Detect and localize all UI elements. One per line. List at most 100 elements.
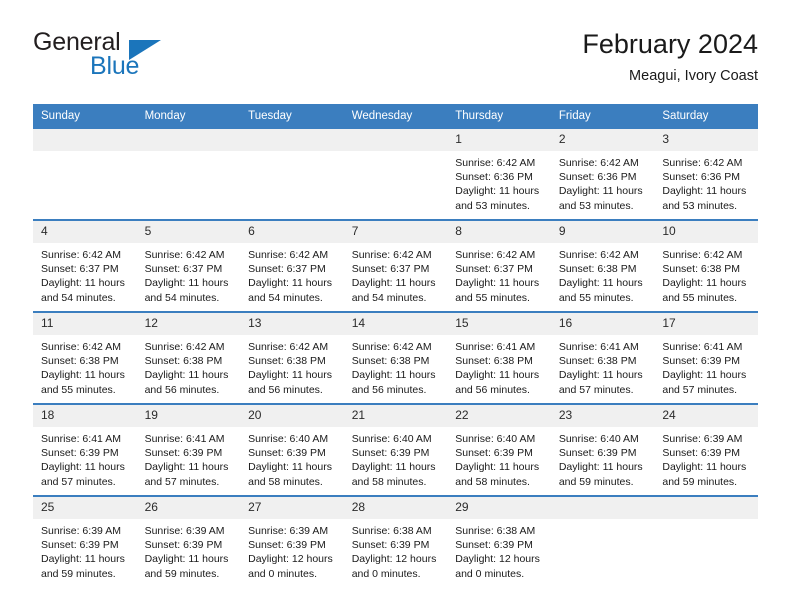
daylight-line1-text: Daylight: 11 hours (41, 277, 125, 290)
daylight-line1-text: Daylight: 12 hours (248, 553, 333, 566)
sunrise-text: Sunrise: 6:42 AM (558, 249, 639, 261)
calendar-day-cell[interactable]: 7 Sunrise: 6:42 AM Sunset: 6:37 PM Daylight… (343, 220, 448, 313)
day-number: 17 (654, 313, 758, 335)
calendar-day-cell[interactable]: 14 Sunrise: 6:42 AM Sunset: 6:38 PM Dayligh… (343, 312, 448, 405)
sunset-text: Sunset: 6:37 PM (455, 263, 533, 276)
daylight-line1-text: Daylight: 11 hours (41, 553, 125, 566)
title-block: February 2024 Meagui, Ivory Coast (582, 28, 758, 86)
day-details: Sunrise: 6:39 AM Sunset: 6:39 PM Daylight:… (33, 519, 137, 581)
calendar-day-cell[interactable]: 28 Sunrise: 6:38 AM Sunset: 6:39 PM Dayligh… (343, 496, 448, 587)
daylight-line1-text: Daylight: 11 hours (248, 369, 332, 382)
daylight-line1-text: Daylight: 11 hours (351, 369, 436, 382)
sunset-text: Sunset: 6:38 PM (144, 355, 223, 368)
calendar-day-cell[interactable]: 8 Sunrise: 6:42 AM Sunset: 6:37 PM Daylight… (447, 220, 551, 313)
daylight-line2-text: and 56 minutes. (144, 383, 220, 396)
calendar-day-cell[interactable]: 2 Sunrise: 6:42 AM Sunset: 6:36 PM Daylight… (550, 129, 655, 221)
calendar-day-cell[interactable]: 9 Sunrise: 6:42 AM Sunset: 6:38 PM Daylight… (550, 220, 655, 313)
daylight-line2-text: and 56 minutes. (351, 383, 427, 396)
calendar-day-cell[interactable]: 3 Sunrise: 6:42 AM Sunset: 6:36 PM Daylight… (654, 129, 758, 221)
sunrise-text: Sunrise: 6:42 AM (662, 249, 743, 261)
calendar-day-cell[interactable]: 27 Sunrise: 6:39 AM Sunset: 6:39 PM Dayligh… (240, 496, 344, 587)
sunrise-text: Sunrise: 6:41 AM (662, 341, 743, 353)
calendar-day-cell[interactable]: 15 Sunrise: 6:41 AM Sunset: 6:38 PM Dayligh… (447, 312, 551, 405)
day-details: Sunrise: 6:42 AM Sunset: 6:36 PM Daylight:… (551, 151, 655, 213)
day-number (654, 497, 758, 519)
day-details: Sunrise: 6:40 AM Sunset: 6:39 PM Daylight:… (344, 427, 448, 489)
sunrise-text: Sunrise: 6:41 AM (41, 433, 121, 445)
sunrise-text: Sunrise: 6:42 AM (248, 341, 329, 353)
daylight-line1-text: Daylight: 11 hours (248, 461, 332, 474)
sunrise-text: Sunrise: 6:39 AM (248, 525, 329, 537)
sunrise-sunset-calendar-table: Sunday Monday Tuesday Wednesday Thursday… (33, 104, 758, 587)
calendar-day-cell[interactable]: 26 Sunrise: 6:39 AM Sunset: 6:39 PM Dayligh… (136, 496, 241, 587)
daylight-line1-text: Daylight: 11 hours (662, 185, 747, 198)
calendar-day-cell[interactable]: 18 Sunrise: 6:41 AM Sunset: 6:39 PM Dayligh… (33, 404, 137, 497)
weekday-header-monday: Monday (136, 104, 241, 129)
daylight-line1-text: Daylight: 11 hours (41, 369, 125, 382)
weekday-header-row: Sunday Monday Tuesday Wednesday Thursday… (33, 104, 758, 129)
calendar-day-cell[interactable]: 5 Sunrise: 6:42 AM Sunset: 6:37 PM Daylight… (136, 220, 241, 313)
calendar-day-cell[interactable]: 25 Sunrise: 6:39 AM Sunset: 6:39 PM Dayligh… (33, 496, 137, 587)
day-details: Sunrise: 6:41 AM Sunset: 6:39 PM Daylight:… (654, 335, 758, 397)
calendar-week-row: 11 Sunrise: 6:42 AM Sunset: 6:38 PM Dayligh… (33, 312, 758, 405)
calendar-day-cell[interactable]: 10 Sunrise: 6:42 AM Sunset: 6:38 PM Dayligh… (654, 220, 758, 313)
sunrise-text: Sunrise: 6:42 AM (41, 249, 121, 261)
day-details: Sunrise: 6:42 AM Sunset: 6:38 PM Daylight:… (240, 335, 344, 397)
day-number: 26 (136, 497, 241, 519)
daylight-line1-text: Daylight: 12 hours (455, 553, 540, 566)
calendar-day-cell[interactable]: 11 Sunrise: 6:42 AM Sunset: 6:38 PM Dayligh… (33, 312, 137, 405)
daylight-line2-text: and 54 minutes. (41, 291, 116, 304)
day-details: Sunrise: 6:42 AM Sunset: 6:37 PM Daylight:… (33, 243, 137, 305)
sunset-text: Sunset: 6:39 PM (248, 539, 326, 552)
calendar-day-cell[interactable]: 1 Sunrise: 6:42 AM Sunset: 6:36 PM Daylight… (447, 129, 551, 221)
weekday-header-sunday: Sunday (33, 104, 137, 129)
daylight-line2-text: and 54 minutes. (144, 291, 220, 304)
sunrise-text: Sunrise: 6:41 AM (455, 341, 536, 353)
calendar-day-cell[interactable]: 16 Sunrise: 6:41 AM Sunset: 6:38 PM Dayligh… (550, 312, 655, 405)
daylight-line2-text: and 59 minutes. (558, 475, 634, 488)
sunset-text: Sunset: 6:36 PM (455, 171, 533, 184)
day-number (550, 497, 655, 519)
calendar-day-cell-empty (654, 496, 758, 587)
day-details: Sunrise: 6:42 AM Sunset: 6:38 PM Daylight:… (33, 335, 137, 397)
calendar-day-cell[interactable]: 19 Sunrise: 6:41 AM Sunset: 6:39 PM Dayligh… (136, 404, 241, 497)
day-number: 10 (654, 221, 758, 243)
sunrise-text: Sunrise: 6:42 AM (144, 341, 225, 353)
sunrise-text: Sunrise: 6:40 AM (351, 433, 432, 445)
daylight-line1-text: Daylight: 11 hours (455, 461, 540, 474)
sunrise-text: Sunrise: 6:39 AM (41, 525, 121, 537)
sunrise-text: Sunrise: 6:39 AM (662, 433, 743, 445)
sunrise-text: Sunrise: 6:39 AM (144, 525, 225, 537)
calendar-day-cell[interactable]: 23 Sunrise: 6:40 AM Sunset: 6:39 PM Dayligh… (550, 404, 655, 497)
calendar-day-cell[interactable]: 4 Sunrise: 6:42 AM Sunset: 6:37 PM Daylight… (33, 220, 137, 313)
day-number: 22 (447, 405, 551, 427)
sunrise-text: Sunrise: 6:41 AM (558, 341, 639, 353)
sunset-text: Sunset: 6:38 PM (558, 355, 637, 368)
day-number: 5 (136, 221, 241, 243)
calendar-day-cell-empty (136, 129, 241, 221)
calendar-day-cell[interactable]: 21 Sunrise: 6:40 AM Sunset: 6:39 PM Dayligh… (343, 404, 448, 497)
calendar-day-cell[interactable]: 29 Sunrise: 6:38 AM Sunset: 6:39 PM Dayligh… (447, 496, 551, 587)
daylight-line1-text: Daylight: 11 hours (144, 277, 229, 290)
day-details: Sunrise: 6:41 AM Sunset: 6:39 PM Daylight:… (33, 427, 137, 489)
calendar-day-cell[interactable]: 22 Sunrise: 6:40 AM Sunset: 6:39 PM Dayligh… (447, 404, 551, 497)
calendar-day-cell[interactable]: 20 Sunrise: 6:40 AM Sunset: 6:39 PM Dayligh… (240, 404, 344, 497)
calendar-day-cell[interactable]: 13 Sunrise: 6:42 AM Sunset: 6:38 PM Dayligh… (240, 312, 344, 405)
day-details: Sunrise: 6:40 AM Sunset: 6:39 PM Daylight:… (240, 427, 344, 489)
calendar-day-cell[interactable]: 6 Sunrise: 6:42 AM Sunset: 6:37 PM Daylight… (240, 220, 344, 313)
daylight-line2-text: and 55 minutes. (558, 291, 634, 304)
daylight-line1-text: Daylight: 11 hours (144, 369, 229, 382)
daylight-line2-text: and 59 minutes. (144, 567, 220, 580)
sunset-text: Sunset: 6:37 PM (41, 263, 119, 276)
calendar-day-cell[interactable]: 24 Sunrise: 6:39 AM Sunset: 6:39 PM Dayligh… (654, 404, 758, 497)
sunset-text: Sunset: 6:38 PM (662, 263, 741, 276)
calendar-day-cell[interactable]: 17 Sunrise: 6:41 AM Sunset: 6:39 PM Dayligh… (654, 312, 758, 405)
day-number: 4 (33, 221, 137, 243)
weekday-header-friday: Friday (550, 104, 655, 129)
day-details: Sunrise: 6:42 AM Sunset: 6:38 PM Daylight:… (654, 243, 758, 305)
daylight-line2-text: and 55 minutes. (41, 383, 116, 396)
calendar-day-cell[interactable]: 12 Sunrise: 6:42 AM Sunset: 6:38 PM Dayligh… (136, 312, 241, 405)
day-details: Sunrise: 6:38 AM Sunset: 6:39 PM Daylight:… (344, 519, 448, 581)
calendar-week-row: 4 Sunrise: 6:42 AM Sunset: 6:37 PM Daylight… (33, 220, 758, 313)
day-number (136, 129, 241, 151)
